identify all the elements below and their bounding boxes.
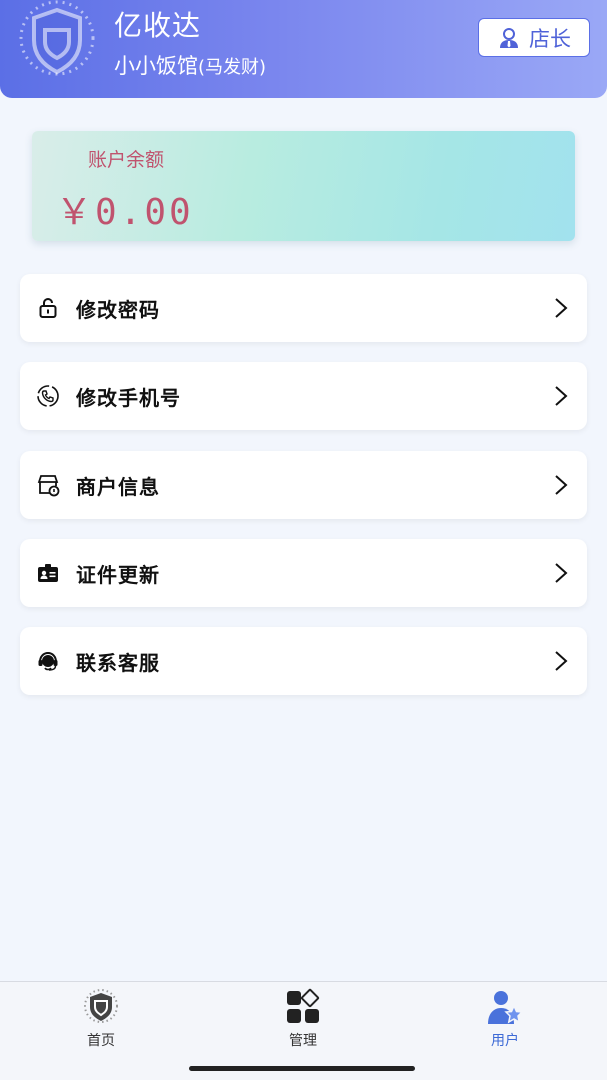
menu-label: 商户信息 (76, 475, 160, 499)
menu-label: 修改密码 (76, 298, 160, 322)
header: 亿收达 小小饭馆(马发财) 店长 (0, 0, 607, 98)
tab-user[interactable]: 用户 (445, 988, 565, 1052)
menu-document-update[interactable]: 证件更新 (20, 539, 587, 607)
user-star-icon (488, 991, 524, 1024)
shield-logo-icon (19, 0, 95, 76)
grid-icon (287, 988, 320, 1023)
chevron-right-icon (555, 475, 568, 495)
role-button[interactable]: 店长 (478, 18, 590, 57)
app-title: 亿收达 (114, 9, 202, 42)
shield-icon (84, 989, 118, 1023)
role-label: 店长 (529, 26, 571, 51)
id-card-icon (38, 564, 58, 582)
menu-merchant-info[interactable]: 商户信息 (20, 451, 587, 519)
tab-label: 首页 (87, 1033, 115, 1049)
tab-label: 用户 (491, 1033, 519, 1049)
chevron-right-icon (555, 563, 568, 583)
balance-card: 账户余额 ￥0.00 (32, 131, 575, 241)
tab-label: 管理 (289, 1033, 317, 1049)
shop-name: 小小饭馆 (114, 54, 198, 78)
manager-icon (500, 27, 518, 48)
chevron-right-icon (555, 651, 568, 671)
tab-manage[interactable]: 管理 (243, 988, 363, 1052)
home-indicator (189, 1066, 415, 1071)
balance-value: ￥0.00 (56, 192, 194, 233)
chevron-right-icon (555, 298, 568, 318)
menu-change-phone[interactable]: 修改手机号 (20, 362, 587, 430)
menu-label: 证件更新 (76, 563, 160, 587)
headset-icon (38, 651, 58, 671)
menu-contact-support[interactable]: 联系客服 (20, 627, 587, 695)
lock-icon (39, 297, 57, 318)
chevron-right-icon (555, 386, 568, 406)
menu-change-password[interactable]: 修改密码 (20, 274, 587, 342)
menu-label: 修改手机号 (76, 386, 181, 410)
store-icon (37, 475, 60, 497)
owner-name: (马发财) (198, 57, 267, 78)
tab-home[interactable]: 首页 (41, 988, 161, 1052)
balance-label: 账户余额 (88, 149, 165, 171)
menu-label: 联系客服 (76, 651, 160, 675)
phone-icon (37, 385, 59, 407)
shop-info: 小小饭馆(马发财) (114, 50, 266, 80)
